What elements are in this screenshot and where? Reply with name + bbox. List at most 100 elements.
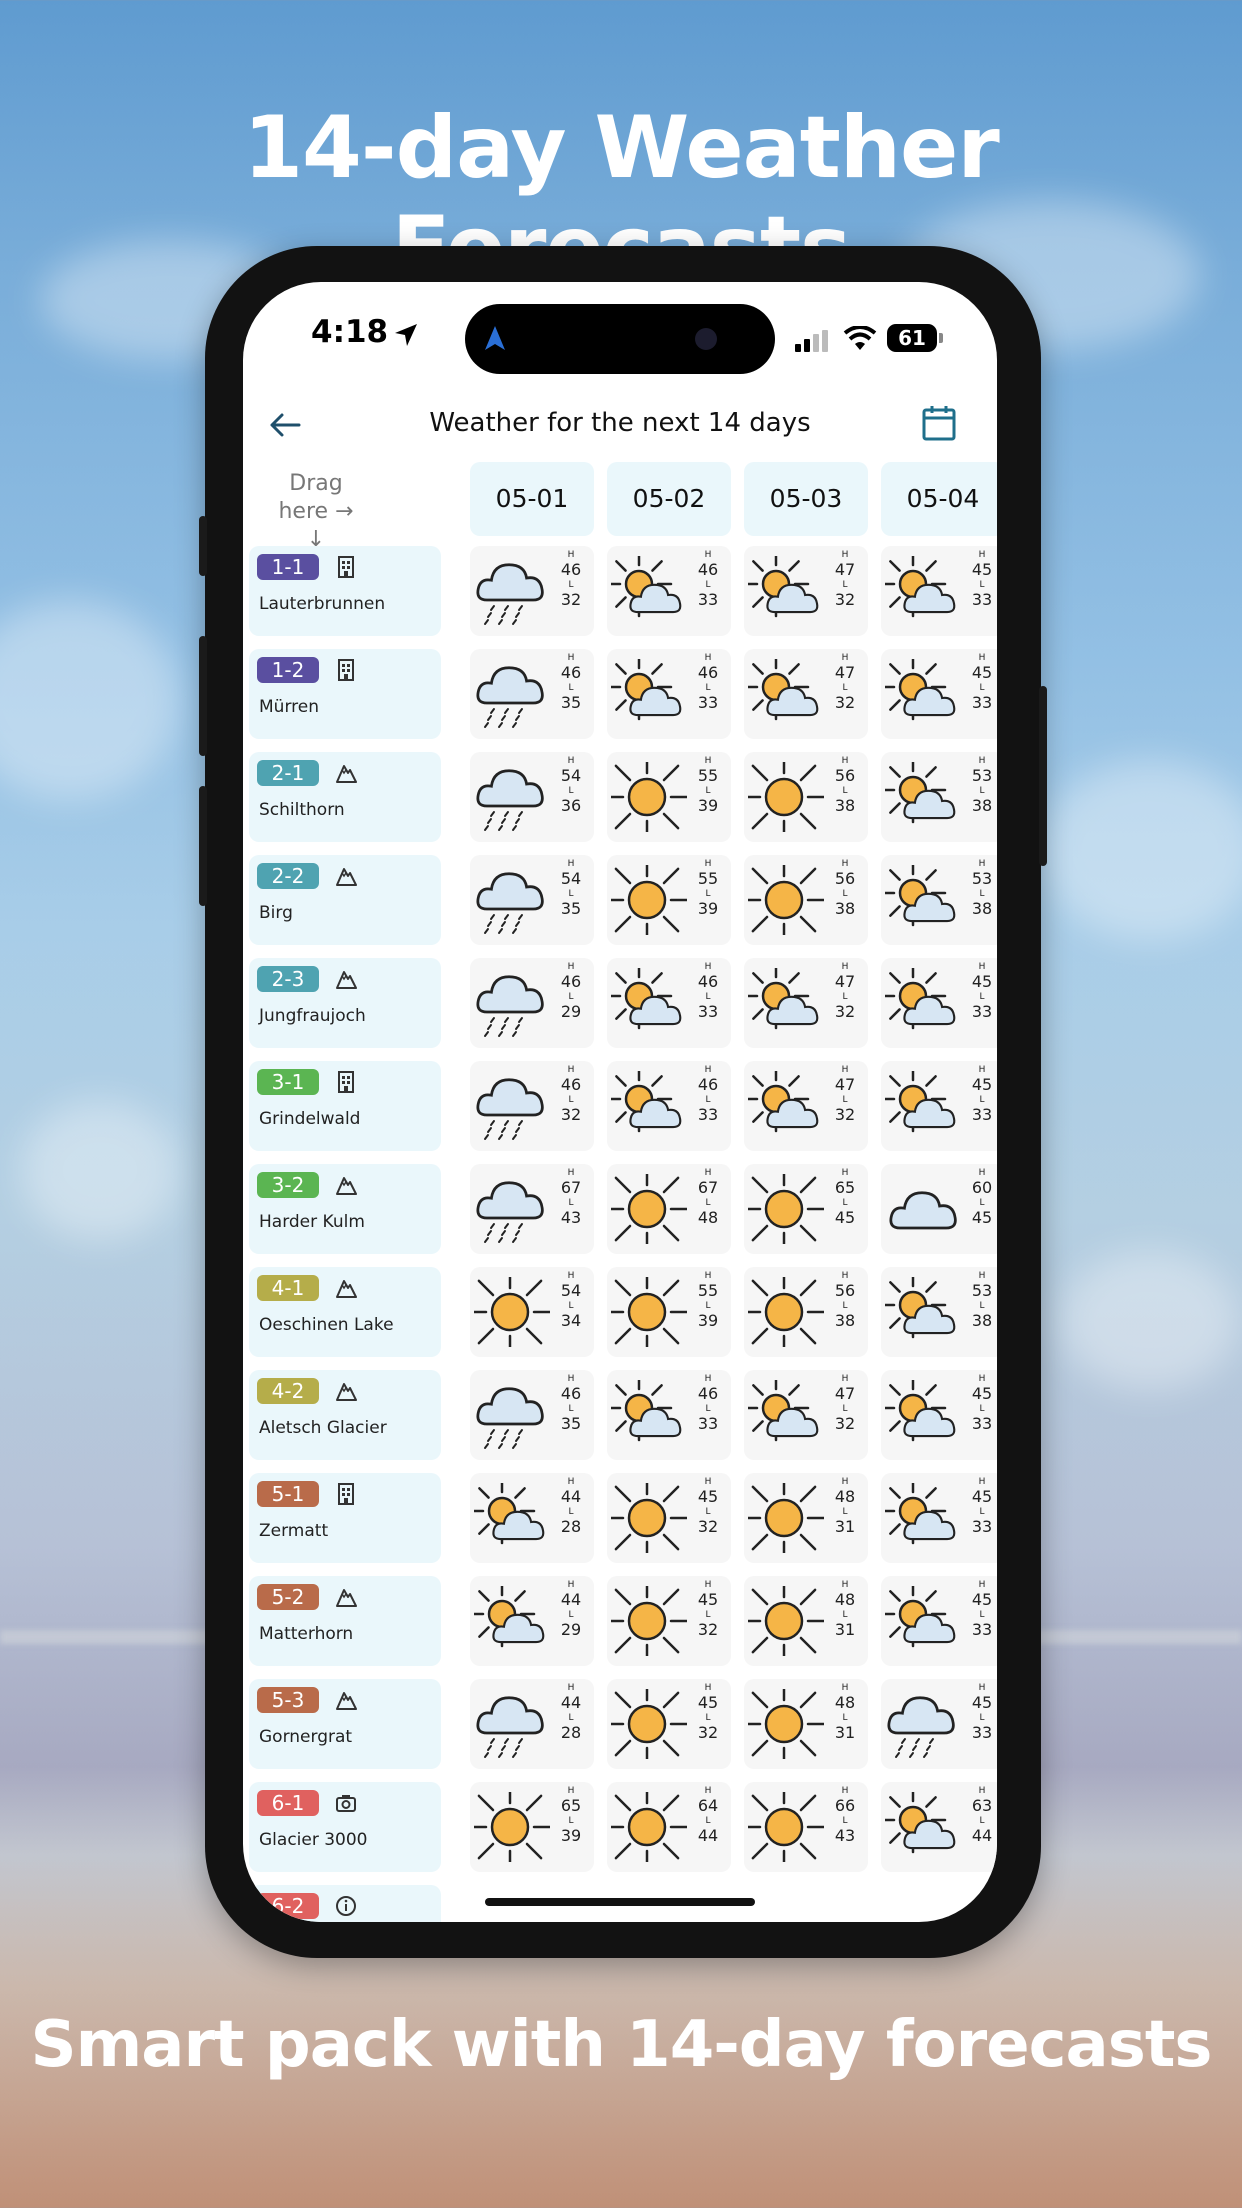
weather-cell[interactable]: H 56 L 38 bbox=[744, 752, 868, 842]
location-cell[interactable]: 1-2 Mürren bbox=[249, 649, 441, 739]
weather-cell[interactable]: H 54 L 34 bbox=[470, 1267, 594, 1357]
location-cell[interactable]: 2-2 Birg bbox=[249, 855, 441, 945]
location-row[interactable]: 5-1 Zermatt H 44 L 28 H 45 L 32 H 48 L 3… bbox=[243, 1473, 997, 1563]
date-column-header[interactable]: 05-03 bbox=[744, 462, 868, 536]
location-row[interactable]: 6-1 Glacier 3000 H 65 L 39 H 64 L 44 H 6… bbox=[243, 1782, 997, 1872]
location-row[interactable]: 4-1 Oeschinen Lake H 54 L 34 H 55 L 39 H bbox=[243, 1267, 997, 1357]
date-column-header[interactable]: 05-01 bbox=[470, 462, 594, 536]
low-label: L bbox=[568, 1713, 574, 1723]
weather-cell[interactable]: H 45 L 33 bbox=[881, 1679, 997, 1769]
weather-cell[interactable]: H 53 L 38 bbox=[881, 1267, 997, 1357]
weather-cell[interactable]: H 54 L 35 bbox=[470, 855, 594, 945]
page-title: Weather for the next 14 days bbox=[429, 408, 811, 438]
weather-cell[interactable]: H 45 L 33 bbox=[881, 649, 997, 739]
weather-cell[interactable]: H 55 L 39 bbox=[607, 752, 731, 842]
weather-cell[interactable]: H 66 L 43 bbox=[744, 1782, 868, 1872]
location-cell[interactable]: 3-2 Harder Kulm bbox=[249, 1164, 441, 1254]
weather-cell[interactable]: H 54 L 36 bbox=[470, 752, 594, 842]
location-cell[interactable]: 6-1 Glacier 3000 bbox=[249, 1782, 441, 1872]
location-row[interactable]: 3-1 Grindelwald H 46 L 32 H 46 L 33 H 47… bbox=[243, 1061, 997, 1151]
high-label: H bbox=[704, 653, 712, 663]
calendar-icon[interactable] bbox=[921, 404, 957, 442]
weather-cell[interactable]: H 53 L 38 bbox=[881, 855, 997, 945]
weather-cell[interactable]: H 45 L 33 bbox=[881, 1061, 997, 1151]
location-row[interactable]: 2-3 Jungfraujoch H 46 L 29 H 46 L 33 H 4… bbox=[243, 958, 997, 1048]
drag-handle[interactable]: Drag here → ↓ bbox=[263, 470, 369, 554]
location-row[interactable]: 4-2 Aletsch Glacier H 46 L 35 H 46 L 33 … bbox=[243, 1370, 997, 1460]
weather-cell[interactable]: H 47 L 32 bbox=[744, 1370, 868, 1460]
location-row[interactable]: 1-2 Mürren H 46 L 35 H 46 L 33 H 47 L 32… bbox=[243, 649, 997, 739]
location-cell[interactable]: 3-1 Grindelwald bbox=[249, 1061, 441, 1151]
location-cell[interactable]: 1-1 Lauterbrunnen bbox=[249, 546, 441, 636]
weather-cell[interactable]: H 55 L 39 bbox=[607, 855, 731, 945]
weather-cell[interactable]: H 44 L 28 bbox=[470, 1679, 594, 1769]
weather-cell[interactable]: H 46 L 33 bbox=[607, 1370, 731, 1460]
weather-cell[interactable]: H 45 L 33 bbox=[881, 1370, 997, 1460]
location-row[interactable]: 3-2 Harder Kulm H 67 L 43 H 67 L 48 H 65… bbox=[243, 1164, 997, 1254]
weather-cell[interactable]: H 46 L 33 bbox=[607, 546, 731, 636]
weather-cell[interactable]: H 45 L 32 bbox=[607, 1576, 731, 1666]
location-row[interactable]: 2-1 Schilthorn H 54 L 36 H 55 L 39 H 56 … bbox=[243, 752, 997, 842]
temperature-range: H 53 L 38 bbox=[967, 756, 997, 816]
location-name: Lauterbrunnen bbox=[259, 594, 386, 614]
weather-cell[interactable]: H 45 L 32 bbox=[607, 1473, 731, 1563]
low-label: L bbox=[979, 1404, 985, 1414]
weather-cell[interactable]: H 55 L 39 bbox=[607, 1267, 731, 1357]
weather-cell[interactable]: H 46 L 29 bbox=[470, 958, 594, 1048]
location-cell[interactable]: 5-3 Gornergrat bbox=[249, 1679, 441, 1769]
weather-cell[interactable]: H 44 L 29 bbox=[470, 1576, 594, 1666]
weather-cell[interactable]: H 60 L 45 bbox=[881, 1164, 997, 1254]
weather-cell[interactable]: H 46 L 33 bbox=[607, 1061, 731, 1151]
location-row[interactable]: 5-3 Gornergrat H 44 L 28 H 45 L 32 H 48 … bbox=[243, 1679, 997, 1769]
weather-cell[interactable]: H 46 L 33 bbox=[607, 958, 731, 1048]
weather-cell[interactable]: H 53 L 38 bbox=[881, 752, 997, 842]
date-column-header[interactable]: 05-02 bbox=[607, 462, 731, 536]
location-cell[interactable]: 2-3 Jungfraujoch bbox=[249, 958, 441, 1048]
weather-cell[interactable]: H 45 L 32 bbox=[607, 1679, 731, 1769]
weather-cell[interactable]: H 47 L 32 bbox=[744, 649, 868, 739]
location-cell[interactable]: 4-2 Aletsch Glacier bbox=[249, 1370, 441, 1460]
location-row[interactable]: 2-2 Birg H 54 L 35 H 55 L 39 H 56 L 38 H… bbox=[243, 855, 997, 945]
weather-cell[interactable]: H 46 L 32 bbox=[470, 1061, 594, 1151]
weather-cell[interactable]: H 45 L 33 bbox=[881, 546, 997, 636]
weather-cell[interactable]: H 65 L 39 bbox=[470, 1782, 594, 1872]
weather-cell[interactable]: H 44 L 28 bbox=[470, 1473, 594, 1563]
date-column-header[interactable]: 05-04 bbox=[881, 462, 997, 536]
location-cell[interactable]: 5-2 Matterhorn bbox=[249, 1576, 441, 1666]
weather-cell[interactable]: H 56 L 38 bbox=[744, 855, 868, 945]
weather-cell[interactable]: H 48 L 31 bbox=[744, 1576, 868, 1666]
high-label: H bbox=[704, 1168, 712, 1178]
weather-cell[interactable]: H 47 L 32 bbox=[744, 1061, 868, 1151]
weather-cell[interactable]: H 67 L 43 bbox=[470, 1164, 594, 1254]
weather-cell[interactable]: H 47 L 32 bbox=[744, 958, 868, 1048]
location-row[interactable]: 5-2 Matterhorn H 44 L 29 H 45 L 32 H 48 … bbox=[243, 1576, 997, 1666]
weather-cell[interactable]: H 46 L 33 bbox=[607, 649, 731, 739]
weather-cell[interactable]: H 67 L 48 bbox=[607, 1164, 731, 1254]
weather-cell[interactable]: H 48 L 31 bbox=[744, 1679, 868, 1769]
location-cell[interactable]: 6-2 bbox=[249, 1885, 441, 1922]
high-temp: 44 bbox=[560, 1693, 582, 1712]
high-temp: 56 bbox=[834, 869, 856, 888]
weather-cell[interactable]: H 64 L 44 bbox=[607, 1782, 731, 1872]
high-label: H bbox=[978, 550, 986, 560]
low-temp: 43 bbox=[560, 1208, 582, 1227]
low-label: L bbox=[568, 1404, 574, 1414]
location-row[interactable]: 1-1 Lauterbrunnen H 46 L 32 H 46 L 33 H bbox=[243, 546, 997, 636]
home-indicator[interactable] bbox=[485, 1898, 755, 1906]
weather-cell[interactable]: H 65 L 45 bbox=[744, 1164, 868, 1254]
weather-cell[interactable]: H 63 L 44 bbox=[881, 1782, 997, 1872]
weather-cell[interactable]: H 46 L 35 bbox=[470, 1370, 594, 1460]
weather-cell[interactable]: H 48 L 31 bbox=[744, 1473, 868, 1563]
weather-cell[interactable]: H 45 L 33 bbox=[881, 1473, 997, 1563]
location-cell[interactable]: 2-1 Schilthorn bbox=[249, 752, 441, 842]
dynamic-island bbox=[465, 304, 775, 374]
location-cell[interactable]: 4-1 Oeschinen Lake bbox=[249, 1267, 441, 1357]
weather-cell[interactable]: H 47 L 32 bbox=[744, 546, 868, 636]
weather-cell[interactable]: H 45 L 33 bbox=[881, 958, 997, 1048]
location-cell[interactable]: 5-1 Zermatt bbox=[249, 1473, 441, 1563]
weather-cell[interactable]: H 46 L 35 bbox=[470, 649, 594, 739]
weather-cell[interactable]: H 46 L 32 bbox=[470, 546, 594, 636]
weather-cell[interactable]: H 56 L 38 bbox=[744, 1267, 868, 1357]
weather-cell[interactable]: H 45 L 33 bbox=[881, 1576, 997, 1666]
high-temp: 46 bbox=[697, 1075, 719, 1094]
